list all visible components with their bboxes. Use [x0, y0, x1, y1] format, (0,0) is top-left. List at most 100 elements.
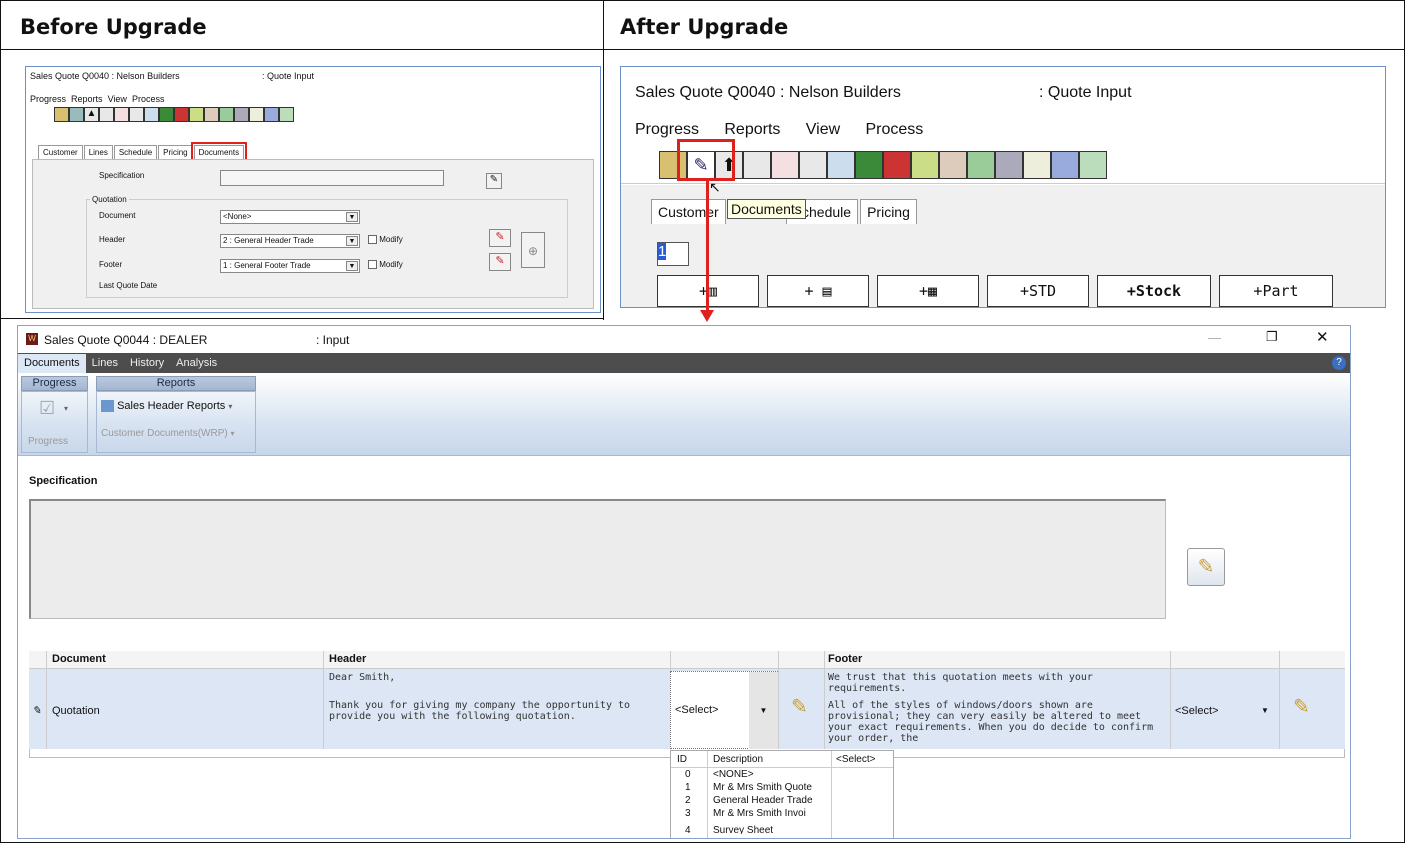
progress-checklist-icon[interactable]: ☑ — [39, 398, 55, 419]
chevron-down-icon[interactable]: ▼ — [1261, 706, 1269, 715]
add-stock-button[interactable]: +Stock — [1097, 275, 1211, 307]
old-header-value: 2 : General Header Trade — [223, 236, 314, 245]
zoom-tab-pricing[interactable]: Pricing — [860, 199, 917, 224]
house-icon[interactable] — [883, 151, 911, 179]
header-edit-icon[interactable]: ✎ — [791, 694, 808, 719]
old-header-edit-icon[interactable]: ✎ — [489, 229, 511, 247]
old-footer-edit-icon[interactable]: ✎ — [489, 253, 511, 271]
add-window-label: + — [804, 282, 814, 300]
zoom-menu-view[interactable]: View — [806, 121, 840, 138]
zoomed-sales-quote-window: Sales Quote Q0040 : Nelson Builders : Qu… — [620, 66, 1386, 308]
zoom-menu-progress[interactable]: Progress — [635, 121, 699, 138]
col-document: Document — [52, 653, 106, 665]
zoom-menu-process[interactable]: Process — [865, 121, 923, 138]
old-spec-edit-icon[interactable]: ✎ — [486, 173, 502, 189]
old-menu-view[interactable]: View — [108, 94, 127, 104]
globe-icon[interactable] — [159, 107, 174, 122]
old-tab-customer[interactable]: Customer — [38, 145, 83, 159]
add-std-button[interactable]: +STD — [987, 275, 1089, 307]
chevron-down-icon: ▾ — [228, 402, 233, 411]
chevron-down-icon[interactable]: ▼ — [346, 261, 358, 271]
zoom-line-field[interactable]: 1 — [657, 242, 689, 266]
old-tab-documents[interactable]: Documents — [190, 142, 248, 162]
old-fingerprint-icon[interactable]: ⊕ — [521, 232, 545, 268]
help-icon[interactable]: ? — [1332, 356, 1346, 370]
row-footer-line2: All of the styles of windows/doors shown… — [828, 700, 1154, 744]
calculator-icon[interactable] — [995, 151, 1023, 179]
dropdown-item-desc: <NONE> — [713, 769, 754, 780]
grid-icon[interactable] — [743, 151, 771, 179]
old-header-modify[interactable]: Modify — [368, 235, 403, 245]
chevron-down-icon[interactable]: ▼ — [346, 212, 358, 222]
old-header-select[interactable]: 2 : General Header Trade ▼ — [220, 234, 360, 248]
table-icon[interactable] — [129, 107, 144, 122]
chart-icon[interactable] — [114, 107, 129, 122]
tab-documents[interactable]: Documents — [18, 354, 86, 374]
old-menu-reports[interactable]: Reports — [71, 94, 103, 104]
checkbox-icon[interactable] — [368, 260, 377, 270]
add-grid-button[interactable]: +▦ — [877, 275, 979, 307]
old-menu-bar: Progress Reports View Process — [30, 94, 164, 104]
clipboard-icon[interactable] — [249, 107, 264, 122]
old-footer-modify[interactable]: Modify — [368, 260, 403, 270]
report-icon[interactable] — [264, 107, 279, 122]
grid-icon[interactable] — [99, 107, 114, 122]
paint-icon[interactable] — [939, 151, 967, 179]
paint-icon[interactable] — [204, 107, 219, 122]
minimize-icon[interactable]: — — [1208, 330, 1221, 345]
specification-edit-icon[interactable]: ✎ — [1187, 548, 1225, 586]
house-icon[interactable] — [174, 107, 189, 122]
specification-field[interactable] — [29, 499, 1166, 619]
table-icon[interactable] — [799, 151, 827, 179]
chevron-down-icon[interactable]: ▼ — [749, 672, 778, 749]
tab-lines[interactable]: Lines — [86, 354, 124, 374]
list-icon[interactable] — [144, 107, 159, 122]
restore-icon[interactable]: ❐ — [1266, 329, 1278, 345]
old-header-label: Header — [99, 235, 126, 244]
progress-button-label[interactable]: Progress — [28, 436, 68, 447]
building-icon[interactable] — [967, 151, 995, 179]
globe-icon[interactable] — [855, 151, 883, 179]
old-specification-field[interactable] — [220, 170, 444, 186]
header-select[interactable]: <Select> ▼ — [670, 671, 778, 749]
old-tab-pricing[interactable]: Pricing — [158, 145, 193, 159]
old-tab-schedule[interactable]: Schedule — [113, 145, 158, 159]
list-icon[interactable] — [827, 151, 855, 179]
image-icon[interactable] — [189, 107, 204, 122]
image-icon[interactable] — [911, 151, 939, 179]
clipboard-icon[interactable] — [1023, 151, 1051, 179]
old-menu-progress[interactable]: Progress — [30, 94, 66, 104]
sales-header-reports-button[interactable]: Sales Header Reports ▾ — [101, 400, 233, 413]
list-item[interactable]: 4 Survey Sheet — [671, 821, 831, 834]
old-tab-lines[interactable]: Lines — [83, 145, 113, 159]
old-document-select[interactable]: <None> ▼ — [220, 210, 360, 224]
tab-analysis[interactable]: Analysis — [170, 354, 223, 374]
chevron-down-icon[interactable]: ▼ — [346, 236, 358, 246]
footer-select-value[interactable]: <Select> — [1175, 705, 1218, 717]
old-footer-select[interactable]: 1 : General Footer Trade ▼ — [220, 259, 360, 273]
zoom-tab-customer[interactable]: Customer — [651, 199, 726, 224]
calculator-icon[interactable] — [234, 107, 249, 122]
chevron-down-icon[interactable]: ▾ — [64, 404, 68, 413]
checkbox-icon[interactable] — [368, 235, 377, 245]
close-icon[interactable]: ✕ — [1316, 328, 1329, 346]
tab-history[interactable]: History — [124, 354, 170, 374]
folder-icon[interactable] — [54, 107, 69, 122]
report-icon[interactable] — [1051, 151, 1079, 179]
old-menu-process[interactable]: Process — [132, 94, 165, 104]
old-document-value: <None> — [223, 212, 252, 221]
zoom-menu-reports[interactable]: Reports — [724, 121, 780, 138]
old-specification-label: Specification — [99, 171, 145, 180]
arrow-up-icon[interactable]: ▲ — [84, 107, 99, 122]
footer-edit-icon[interactable]: ✎ — [1293, 694, 1310, 719]
dropdown-item-desc: General Header Trade — [713, 795, 813, 806]
documents-icon[interactable] — [69, 107, 84, 122]
new-window-mode: : Input — [316, 333, 350, 347]
customer-documents-button[interactable]: Customer Documents(WRP) ▾ — [101, 428, 235, 439]
add-part-button[interactable]: +Part — [1219, 275, 1333, 307]
building-icon[interactable] — [219, 107, 234, 122]
add-window-button[interactable]: + ▤ — [767, 275, 869, 307]
spreadsheet-icon[interactable] — [1079, 151, 1107, 179]
spreadsheet-icon[interactable] — [279, 107, 294, 122]
chart-icon[interactable] — [771, 151, 799, 179]
